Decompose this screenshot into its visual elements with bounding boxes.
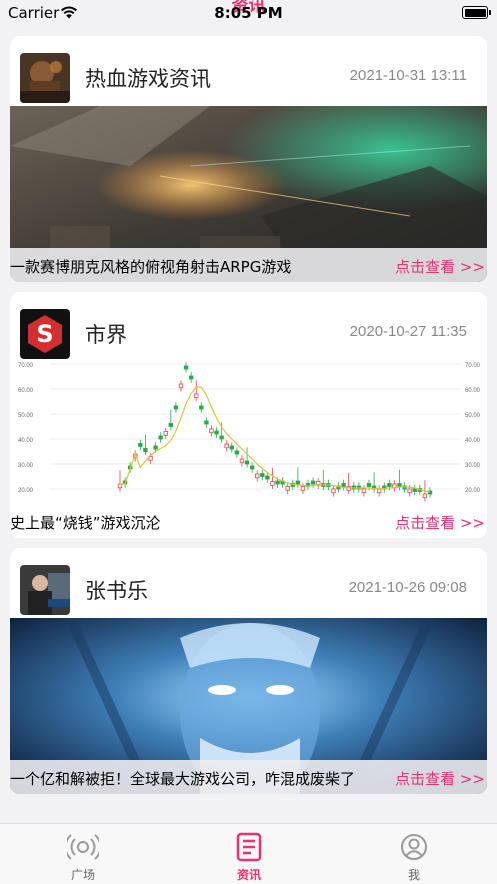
chart-tick-label: 50.00 <box>18 413 34 419</box>
candle-body <box>229 445 235 450</box>
candle-body <box>255 473 260 479</box>
candle-body <box>188 375 194 380</box>
chart-tick-label: 30.00 <box>18 463 34 469</box>
candle-body <box>275 480 280 485</box>
candle-body <box>422 493 428 499</box>
candle-body <box>331 488 336 494</box>
broadcast-icon <box>67 834 99 860</box>
candle-body <box>194 393 199 399</box>
news-card[interactable]: 热血游戏资讯 2021-10-31 13:11 一款赛博朋克风格的俯视角射击AR… <box>10 36 487 282</box>
candle-body <box>244 460 250 465</box>
candle-body <box>285 486 290 491</box>
chart-tick-label: 30.00 <box>465 463 481 469</box>
tab-plaza[interactable]: 广场 <box>0 824 166 884</box>
candle-body <box>138 443 143 447</box>
source-name: 热血游戏资讯 <box>85 67 211 91</box>
publish-time: 2021-10-26 09:08 <box>348 579 467 596</box>
cover-image: 70.00 70.00 60.00 60.00 50.00 50.00 40.00 40.00… <box>10 362 487 538</box>
candle-body <box>224 443 229 449</box>
candle-body <box>376 488 382 494</box>
article-caption: 一款赛博朋克风格的俯视角射击ARPG游戏 <box>10 258 292 276</box>
caption-bar: 一个亿和解被拒！全球最大游戏公司，咋混成废柴了 点击查看 >> <box>10 760 487 794</box>
battery-icon <box>462 6 491 19</box>
candle-body <box>143 448 148 452</box>
candle-body <box>397 483 402 487</box>
candle-body <box>168 423 174 427</box>
candle-body <box>270 481 275 486</box>
status-bar: Carrier 资讯 8:05 PM <box>0 0 497 26</box>
chart-tick-label: 70.00 <box>18 363 34 369</box>
candle-body <box>387 483 392 487</box>
chart-tick-label: 70.00 <box>465 363 481 369</box>
chart-tick-label: 40.00 <box>18 438 34 444</box>
news-card[interactable]: S 市界 2020-10-27 11:35 70.00 70.00 60.00 60.… <box>10 292 487 538</box>
candle-body <box>173 405 179 410</box>
candle-body <box>199 405 204 410</box>
candle-body <box>300 486 306 491</box>
tab-label: 广场 <box>70 868 95 882</box>
chart-tick-label: 60.00 <box>18 388 34 394</box>
view-more-link[interactable]: 点击查看 >> <box>395 512 485 533</box>
user-profile-icon <box>401 834 427 860</box>
chart-tick-label: 20.00 <box>18 488 34 494</box>
publish-time: 2020-10-27 11:35 <box>349 323 467 340</box>
tab-label: 资讯 <box>236 868 261 882</box>
news-document-icon <box>236 832 262 862</box>
candle-body <box>183 365 189 370</box>
candle-body <box>265 475 270 480</box>
candle-body <box>249 465 255 470</box>
candle-body <box>295 480 301 485</box>
source-avatar <box>20 565 70 615</box>
candle-body <box>178 383 184 389</box>
candle-body <box>239 458 245 464</box>
svg-text:S: S <box>36 320 53 348</box>
view-more-link[interactable]: 点击查看 >> <box>395 768 485 789</box>
candle-body <box>310 480 316 485</box>
publish-time: 2021-10-31 13:11 <box>349 67 467 84</box>
status-time: 8:05 PM <box>214 4 283 22</box>
candle-body <box>219 435 224 440</box>
chart-tick-label: 50.00 <box>465 413 481 419</box>
chart-tick-label: 60.00 <box>465 388 481 394</box>
source-name: 市界 <box>85 323 127 347</box>
cover-image: 一个亿和解被拒！全球最大游戏公司，咋混成废柴了 点击查看 >> <box>10 618 487 794</box>
source-avatar <box>20 53 70 103</box>
candle-body <box>209 428 214 434</box>
caption-bar: 一款赛博朋克风格的俯视角射击ARPG游戏 点击查看 >> <box>10 248 487 282</box>
candle-body <box>361 488 367 494</box>
candle-body <box>234 450 240 455</box>
candle-body <box>341 483 346 487</box>
candle-body <box>153 445 158 450</box>
tab-bar: 广场 资讯 我 <box>0 823 497 884</box>
tab-me[interactable]: 我 <box>331 824 497 884</box>
candle-body <box>260 473 265 477</box>
candle-body <box>163 431 168 436</box>
candle-body <box>158 435 163 440</box>
view-more-link[interactable]: 点击查看 >> <box>395 256 485 277</box>
chart-tick-label: 40.00 <box>465 438 481 444</box>
caption-bar: 史上最“烧钱”游戏沉沦 点击查看 >> <box>10 504 487 538</box>
candle-body <box>214 430 219 435</box>
source-avatar: S <box>20 309 70 359</box>
source-name: 张书乐 <box>85 579 148 603</box>
tab-news[interactable]: 资讯 <box>166 824 332 884</box>
chart-tick-label: 20.00 <box>465 488 481 494</box>
cover-image: 一款赛博朋克风格的俯视角射击ARPG游戏 点击查看 >> <box>10 106 487 282</box>
article-caption: 史上最“烧钱”游戏沉沦 <box>10 514 161 532</box>
candle-body <box>204 420 209 425</box>
candle-body <box>366 483 372 487</box>
tab-label: 我 <box>407 868 420 882</box>
article-caption: 一个亿和解被拒！全球最大游戏公司，咋混成废柴了 <box>10 770 356 788</box>
candle-body <box>407 488 412 494</box>
news-card[interactable]: 张书乐 2021-10-26 09:08 一个亿和解被拒！全球最大游戏公司，咋混… <box>10 548 487 794</box>
